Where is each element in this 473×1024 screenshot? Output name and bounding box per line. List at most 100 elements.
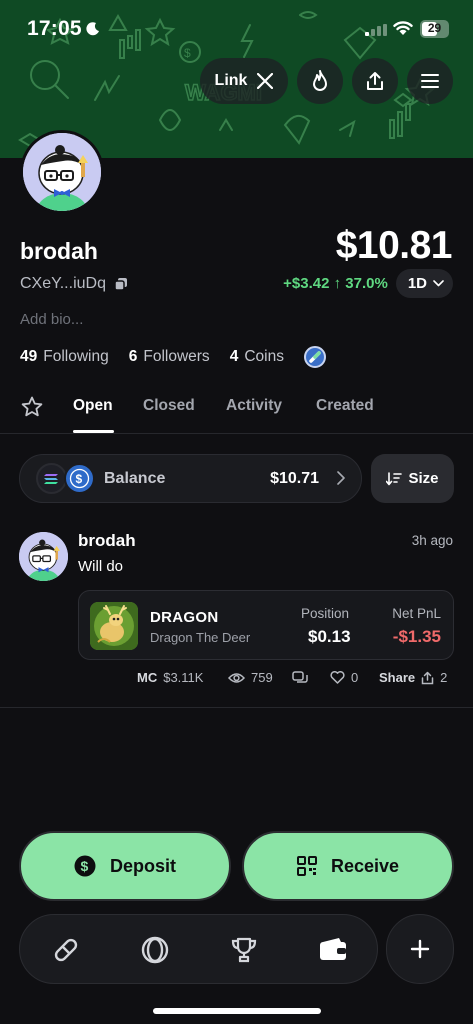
heart-icon bbox=[330, 671, 345, 684]
pill-badge-icon[interactable] bbox=[303, 346, 326, 368]
flame-icon bbox=[313, 70, 327, 91]
token-trade-card[interactable]: DRAGON Dragon The Deer Position $0.13 Ne… bbox=[78, 590, 454, 660]
receive-button[interactable]: Receive bbox=[242, 831, 454, 901]
deposit-button[interactable]: $ Deposit bbox=[19, 831, 231, 901]
coins-stat[interactable]: 4 Coins bbox=[230, 348, 284, 366]
following-label: Following bbox=[43, 348, 109, 365]
post-footer: MC $3.11K 759 0 Share 2 bbox=[0, 670, 473, 688]
profile-username: brodah bbox=[20, 238, 98, 264]
cartoon-avatar-image bbox=[23, 133, 101, 211]
post-timestamp: 3h ago bbox=[411, 533, 453, 548]
copy-icon[interactable] bbox=[114, 277, 128, 291]
balance-label: Balance bbox=[104, 470, 166, 487]
eye-icon bbox=[228, 672, 245, 683]
dragon-token-image bbox=[90, 602, 138, 650]
plus-icon bbox=[410, 939, 430, 959]
share-icon bbox=[421, 671, 434, 684]
mc-value: $3.11K bbox=[163, 670, 204, 685]
views-count: 759 bbox=[251, 670, 273, 685]
shares-count: 2 bbox=[440, 670, 448, 685]
nav-pill[interactable] bbox=[50, 934, 82, 966]
post-author-name[interactable]: brodah bbox=[78, 531, 136, 551]
add-bio-link[interactable]: Add bio... bbox=[20, 311, 83, 328]
wallet-icon bbox=[320, 938, 346, 960]
tab-activity[interactable]: Activity bbox=[226, 397, 282, 415]
profile-stats: 49 Following 6 Followers 4 Coins bbox=[20, 346, 326, 368]
share-profile-button[interactable] bbox=[352, 58, 398, 104]
size-label: Size bbox=[408, 470, 439, 487]
status-time: 17:05 bbox=[27, 17, 82, 40]
following-stat[interactable]: 49 Following bbox=[20, 348, 109, 366]
wallet-address: CXeY...iuDq bbox=[20, 275, 106, 292]
token-symbol: DRAGON bbox=[150, 609, 219, 626]
active-tab-indicator bbox=[73, 430, 114, 433]
like-button[interactable]: 0 bbox=[330, 670, 358, 685]
views-counter: 759 bbox=[228, 670, 273, 685]
post-divider bbox=[0, 707, 473, 708]
trophy-icon bbox=[231, 937, 257, 963]
profile-tabs: Open Closed Activity Created bbox=[0, 390, 473, 434]
nav-wallet[interactable] bbox=[317, 934, 349, 966]
usdc-coin-icon: $ bbox=[64, 463, 95, 494]
nav-explore[interactable] bbox=[139, 934, 171, 966]
x-logo-icon bbox=[257, 73, 274, 89]
followers-stat[interactable]: 6 Followers bbox=[129, 348, 210, 366]
share-icon bbox=[367, 72, 383, 90]
coins-label: Coins bbox=[244, 348, 284, 365]
create-plus-button[interactable] bbox=[386, 914, 454, 984]
wifi-icon bbox=[393, 21, 413, 35]
pnl-row: +$3.42 ↑ 37.0% 1D bbox=[283, 269, 453, 298]
post-author-avatar[interactable] bbox=[19, 532, 68, 581]
qr-code-icon bbox=[296, 856, 317, 876]
menu-icon bbox=[421, 74, 439, 88]
tab-open[interactable]: Open bbox=[73, 397, 113, 415]
post-text: Will do bbox=[78, 558, 124, 575]
status-bar: 17:05 29 bbox=[0, 0, 473, 58]
cartoon-avatar-image bbox=[19, 532, 68, 581]
followers-label: Followers bbox=[143, 348, 210, 365]
portfolio-balance: $10.81 bbox=[335, 224, 453, 267]
battery-level: 29 bbox=[427, 21, 442, 35]
receive-label: Receive bbox=[330, 855, 400, 876]
home-indicator[interactable] bbox=[153, 1008, 321, 1014]
comment-icon[interactable] bbox=[292, 671, 308, 685]
likes-count: 0 bbox=[351, 670, 359, 685]
ring-icon bbox=[141, 936, 169, 964]
link-label: Link bbox=[214, 72, 248, 89]
focus-moon-icon bbox=[86, 22, 99, 36]
balance-card[interactable]: $ Balance $10.71 bbox=[19, 454, 362, 503]
share-post-button[interactable]: Share 2 bbox=[379, 670, 447, 685]
position-label: Position bbox=[301, 606, 350, 621]
tab-created[interactable]: Created bbox=[316, 397, 374, 415]
bottom-nav-bar bbox=[19, 914, 378, 984]
position-value: $0.13 bbox=[308, 627, 351, 646]
tab-closed[interactable]: Closed bbox=[143, 397, 195, 415]
solana-coin-icon bbox=[36, 463, 67, 494]
followers-count: 6 bbox=[128, 348, 138, 365]
profile-header-actions: Link bbox=[200, 58, 453, 104]
period-selector[interactable]: 1D bbox=[395, 269, 453, 298]
profile-avatar[interactable] bbox=[20, 130, 104, 214]
following-count: 49 bbox=[20, 348, 38, 365]
balance-value: $10.71 bbox=[270, 470, 319, 487]
battery-icon: 29 bbox=[420, 20, 449, 38]
menu-button[interactable] bbox=[407, 58, 453, 104]
nav-leaderboard[interactable] bbox=[228, 934, 260, 966]
net-pnl-value: -$1.35 bbox=[392, 627, 441, 646]
coins-count: 4 bbox=[229, 348, 239, 365]
share-label: Share bbox=[379, 670, 416, 685]
flame-button[interactable] bbox=[297, 58, 343, 104]
cellular-signal-icon bbox=[365, 24, 387, 36]
link-x-button[interactable]: Link bbox=[200, 58, 288, 104]
svg-text:$: $ bbox=[76, 472, 83, 486]
sort-icon bbox=[386, 471, 403, 485]
deposit-label: Deposit bbox=[109, 855, 176, 876]
token-name: Dragon The Deer bbox=[150, 630, 251, 645]
star-icon[interactable] bbox=[20, 395, 44, 419]
sort-size-button[interactable]: Size bbox=[371, 454, 454, 503]
dollar-coin-icon: $ bbox=[74, 855, 96, 877]
chevron-down-icon bbox=[433, 280, 444, 287]
net-pnl-label: Net PnL bbox=[392, 606, 441, 621]
pill-icon bbox=[54, 938, 78, 962]
market-cap: MC $3.11K bbox=[137, 670, 203, 685]
